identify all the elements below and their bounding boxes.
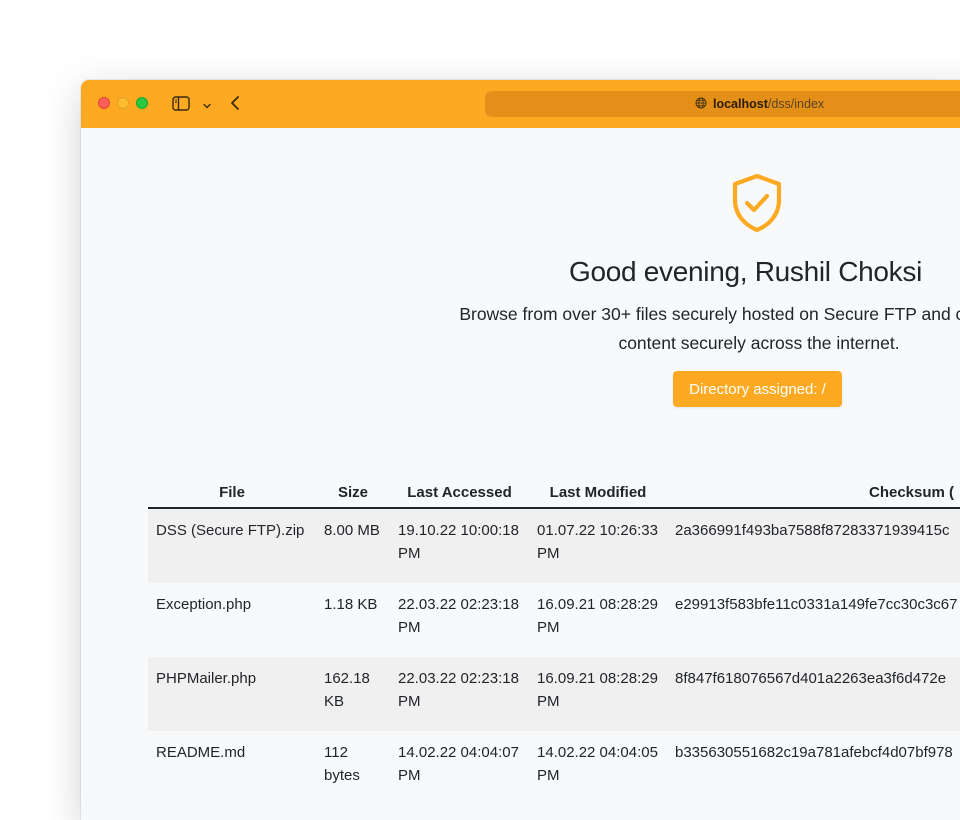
url-path: /dss/index: [767, 97, 825, 111]
table-row[interactable]: DSS (Secure FTP).zip 8.00 MB 19.10.22 10…: [148, 508, 960, 583]
table-row[interactable]: README.md 112 bytes 14.02.22 04:04:07 PM…: [148, 731, 960, 805]
url-host: localhost: [713, 97, 768, 111]
file-name-cell[interactable]: Exception.php: [148, 583, 316, 657]
file-size-cell: 1.18 KB: [324, 596, 378, 613]
close-window-button[interactable]: [98, 97, 110, 109]
header-checksum[interactable]: Checksum (: [667, 477, 960, 509]
table-header-row: File Size Last Accessed Last Modified Ch…: [148, 477, 960, 509]
file-table: File Size Last Accessed Last Modified Ch…: [148, 477, 960, 805]
checksum-cell: b335630551682c19a781afebcf4d07bf978: [675, 744, 953, 761]
chevron-left-icon: [231, 96, 239, 110]
greeting-heading: Good evening, Rushil Choksi: [569, 256, 922, 287]
browser-toolbar: localhost/dss/index: [81, 80, 960, 128]
zoom-window-button[interactable]: [136, 97, 148, 109]
intro-text: Browse from over 30+ files securely host…: [349, 300, 960, 358]
header-last-modified[interactable]: Last Modified: [529, 477, 667, 509]
table-row[interactable]: PHPMailer.php 162.18 KB 22.03.22 02:23:1…: [148, 657, 960, 731]
checksum-cell: e29913f583bfe11c0331a149fe7cc30c3c67: [675, 596, 958, 613]
last-modified-cell: 16.09.21 08:28:29 PM: [537, 596, 658, 636]
table-row[interactable]: Exception.php 1.18 KB 22.03.22 02:23:18 …: [148, 583, 960, 657]
file-name-cell[interactable]: DSS (Secure FTP).zip: [148, 508, 316, 583]
file-name-cell[interactable]: README.md: [148, 731, 316, 805]
checksum-cell: 2a366991f493ba7588f87283371939415c: [667, 508, 960, 583]
last-modified-cell: 14.02.22 04:04:05 PM: [537, 744, 658, 784]
last-accessed-cell: 19.10.22 10:00:18 PM: [390, 508, 529, 583]
header-size[interactable]: Size: [316, 477, 390, 509]
file-size-cell: 112 bytes: [324, 744, 360, 784]
last-accessed-cell: 22.03.22 02:23:18 PM: [398, 596, 519, 636]
last-accessed-cell: 22.03.22 02:23:18 PM: [390, 657, 529, 731]
intro-line-1: Browse from over 30+ files securely host…: [459, 304, 960, 324]
intro-line-2: content securely across the internet.: [618, 333, 900, 353]
header-file[interactable]: File: [148, 477, 316, 509]
last-accessed-cell: 14.02.22 04:04:07 PM: [398, 744, 519, 784]
file-size-cell: 162.18 KB: [316, 657, 390, 731]
last-modified-cell: 01.07.22 10:26:33 PM: [529, 508, 667, 583]
minimize-window-button[interactable]: [117, 97, 129, 109]
globe-icon: [695, 97, 707, 112]
chevron-down-icon[interactable]: [202, 98, 212, 109]
browser-window: localhost/dss/index Good evening, Rushil…: [81, 80, 960, 820]
sidebar-icon[interactable]: [172, 96, 190, 111]
shield-check-icon: [729, 172, 785, 234]
file-name-cell[interactable]: PHPMailer.php: [148, 657, 316, 731]
directory-assigned-badge[interactable]: Directory assigned: /: [673, 371, 842, 407]
address-bar[interactable]: localhost/dss/index: [485, 91, 960, 117]
last-modified-cell: 16.09.21 08:28:29 PM: [529, 657, 667, 731]
checksum-cell: 8f847f618076567d401a2263ea3f6d472e: [667, 657, 960, 731]
page-content: Good evening, Rushil Choksi Browse from …: [81, 128, 960, 820]
header-last-accessed[interactable]: Last Accessed: [390, 477, 529, 509]
address-text: localhost/dss/index: [695, 96, 824, 112]
file-size-cell: 8.00 MB: [316, 508, 390, 583]
back-button[interactable]: [229, 95, 241, 111]
